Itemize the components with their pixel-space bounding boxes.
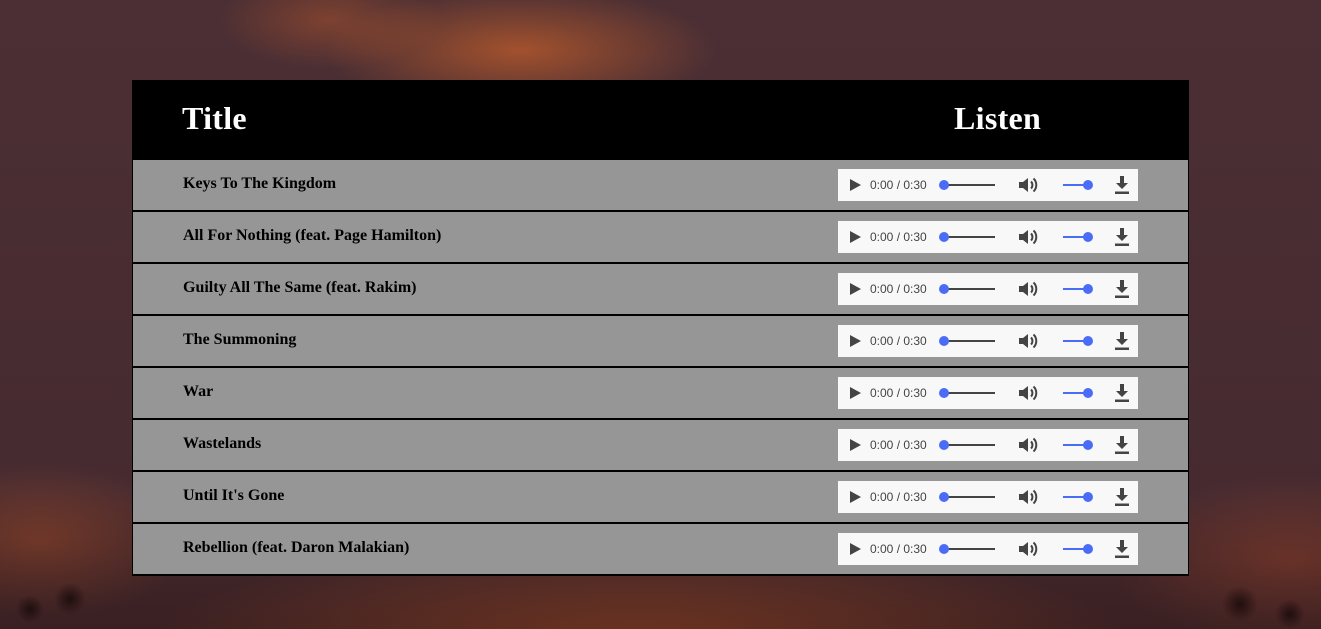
track-title: The Summoning [183, 331, 297, 348]
seek-bar[interactable] [944, 340, 995, 342]
seek-handle[interactable] [939, 544, 949, 554]
seek-bar[interactable] [944, 288, 995, 290]
volume-handle[interactable] [1083, 284, 1093, 294]
track-title: Rebellion (feat. Daron Malakian) [183, 539, 410, 556]
play-icon[interactable] [850, 231, 861, 243]
table-header: Title Listen [132, 80, 1189, 160]
track-row: Keys To The Kingdom 0:00 / 0:30 [133, 160, 1188, 210]
seek-handle[interactable] [939, 492, 949, 502]
audio-player[interactable]: 0:00 / 0:30 [838, 481, 1138, 513]
track-row: War 0:00 / 0:30 [133, 368, 1188, 418]
play-icon[interactable] [850, 179, 861, 191]
time-display: 0:00 / 0:30 [870, 282, 927, 296]
time-display: 0:00 / 0:30 [870, 230, 927, 244]
download-icon[interactable] [1114, 384, 1130, 402]
volume-icon[interactable] [1018, 437, 1040, 453]
seek-handle[interactable] [939, 284, 949, 294]
time-display: 0:00 / 0:30 [870, 386, 927, 400]
seek-bar[interactable] [944, 184, 995, 186]
time-display: 0:00 / 0:30 [870, 490, 927, 504]
volume-handle[interactable] [1083, 492, 1093, 502]
volume-handle[interactable] [1083, 336, 1093, 346]
audio-player[interactable]: 0:00 / 0:30 [838, 533, 1138, 565]
seek-handle[interactable] [939, 388, 949, 398]
volume-handle[interactable] [1083, 232, 1093, 242]
audio-player[interactable]: 0:00 / 0:30 [838, 429, 1138, 461]
download-icon[interactable] [1114, 280, 1130, 298]
audio-player[interactable]: 0:00 / 0:30 [838, 377, 1138, 409]
play-icon[interactable] [850, 439, 861, 451]
volume-icon[interactable] [1018, 229, 1040, 245]
audio-player[interactable]: 0:00 / 0:30 [838, 169, 1138, 201]
track-title: Guilty All The Same (feat. Rakim) [183, 279, 417, 296]
seek-handle[interactable] [939, 180, 949, 190]
time-display: 0:00 / 0:30 [870, 178, 927, 192]
track-title: War [183, 383, 214, 400]
download-icon[interactable] [1114, 488, 1130, 506]
download-icon[interactable] [1114, 436, 1130, 454]
audio-player[interactable]: 0:00 / 0:30 [838, 325, 1138, 357]
download-icon[interactable] [1114, 332, 1130, 350]
seek-bar[interactable] [944, 548, 995, 550]
volume-icon[interactable] [1018, 333, 1040, 349]
track-list: Keys To The Kingdom 0:00 / 0:30 All For … [132, 160, 1189, 574]
audio-player[interactable]: 0:00 / 0:30 [838, 273, 1138, 305]
title-column-header: Title [182, 100, 247, 136]
seek-handle[interactable] [939, 440, 949, 450]
track-title: Until It's Gone [183, 487, 285, 504]
volume-icon[interactable] [1018, 385, 1040, 401]
seek-bar[interactable] [944, 236, 995, 238]
listen-column-header: Listen [954, 100, 1042, 136]
audio-player[interactable]: 0:00 / 0:30 [838, 221, 1138, 253]
play-icon[interactable] [850, 335, 861, 347]
volume-handle[interactable] [1083, 440, 1093, 450]
download-icon[interactable] [1114, 540, 1130, 558]
track-title: Keys To The Kingdom [183, 175, 337, 192]
seek-bar[interactable] [944, 444, 995, 446]
tracklist-table: Title Listen Keys To The Kingdom 0:00 / … [132, 80, 1189, 576]
volume-icon[interactable] [1018, 541, 1040, 557]
track-row: Guilty All The Same (feat. Rakim) 0:00 /… [133, 264, 1188, 314]
volume-handle[interactable] [1083, 180, 1093, 190]
play-icon[interactable] [850, 491, 861, 503]
track-row: Until It's Gone 0:00 / 0:30 [133, 472, 1188, 522]
play-icon[interactable] [850, 387, 861, 399]
download-icon[interactable] [1114, 228, 1130, 246]
volume-handle[interactable] [1083, 544, 1093, 554]
track-row: The Summoning 0:00 / 0:30 [133, 316, 1188, 366]
track-row: Rebellion (feat. Daron Malakian) 0:00 / … [133, 524, 1188, 574]
play-icon[interactable] [850, 283, 861, 295]
time-display: 0:00 / 0:30 [870, 542, 927, 556]
track-row: All For Nothing (feat. Page Hamilton) 0:… [133, 212, 1188, 262]
volume-icon[interactable] [1018, 177, 1040, 193]
download-icon[interactable] [1114, 176, 1130, 194]
time-display: 0:00 / 0:30 [870, 334, 927, 348]
track-row: Wastelands 0:00 / 0:30 [133, 420, 1188, 470]
volume-icon[interactable] [1018, 281, 1040, 297]
seek-bar[interactable] [944, 496, 995, 498]
volume-icon[interactable] [1018, 489, 1040, 505]
seek-handle[interactable] [939, 336, 949, 346]
volume-handle[interactable] [1083, 388, 1093, 398]
time-display: 0:00 / 0:30 [870, 438, 927, 452]
play-icon[interactable] [850, 543, 861, 555]
track-title: Wastelands [183, 435, 262, 452]
track-title: All For Nothing (feat. Page Hamilton) [183, 227, 442, 244]
seek-bar[interactable] [944, 392, 995, 394]
seek-handle[interactable] [939, 232, 949, 242]
